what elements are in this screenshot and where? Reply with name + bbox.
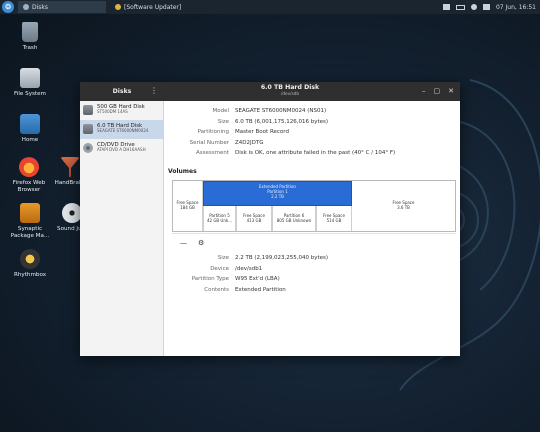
disk-info-row: Assessment Disk is OK, one attribute fail…: [166, 148, 456, 159]
settings-gear-icon[interactable]: ⚙: [198, 239, 204, 247]
volume-free-space[interactable]: Free Space 413 GB: [236, 206, 272, 231]
clipboard-icon[interactable]: [442, 4, 450, 10]
info-value: Master Boot Record: [235, 129, 289, 136]
trash-icon: [22, 22, 38, 42]
taskbar-label-disks: Disks: [32, 3, 49, 11]
info-key: Model: [212, 108, 229, 115]
battery-icon[interactable]: [455, 4, 465, 10]
system-tray: 07 Jun, 16:51: [442, 4, 540, 11]
firefox-icon: [19, 157, 39, 177]
drive-model: ST500DM 14AS: [97, 109, 128, 115]
top-panel: ❂ Disks [Software Updater] 07 Jun, 16:51: [0, 0, 540, 14]
disk-info-row: Partitioning Master Boot Record: [166, 127, 456, 138]
volume-size: 42 GB Unk...: [206, 217, 233, 223]
volume-size: 514 GB: [326, 217, 342, 223]
info-value: W95 Ext'd (LBA): [235, 276, 280, 283]
partition-info-row: Size 2.2 TB (2,199,023,255,040 bytes): [166, 253, 456, 264]
clock[interactable]: 07 Jun, 16:51: [496, 4, 536, 11]
volume-size: 184 GB: [180, 205, 195, 210]
volume-free-space[interactable]: Free Space 184 GB: [173, 181, 203, 231]
volume-partition-5[interactable]: Partition 5 42 GB Unk...: [203, 206, 236, 231]
optical-drive-icon: [83, 143, 93, 153]
info-key: Device: [210, 265, 229, 272]
volume-map: Free Space 184 GB Extended Partition Par…: [172, 180, 456, 232]
info-value: 6.0 TB (6,001,175,126,016 bytes): [235, 118, 329, 125]
start-menu-button[interactable]: ❂: [2, 1, 14, 13]
desktop-icon-label: Home: [21, 137, 39, 143]
desktop-icon-file-system[interactable]: File System: [0, 68, 60, 98]
drive-model: ATAPI DVD A DH16AASH: [97, 147, 146, 153]
drive-model: SEAGATE ST6000NM0024: [97, 128, 149, 134]
disk-info-row: Size 6.0 TB (6,001,175,126,016 bytes): [166, 117, 456, 128]
volume-partition-6[interactable]: Partition 6 805 GB Unknown: [272, 206, 316, 231]
desktop-icon-label: Rhythmbox: [13, 272, 47, 278]
taskbar-label-software-updater: [Software Updater]: [124, 3, 182, 11]
info-value: 2.2 TB (2,199,023,255,040 bytes): [235, 255, 329, 262]
disks-icon: [23, 4, 29, 10]
partition-info-row: Device/dev/sdb1: [166, 264, 456, 275]
synaptic-icon: [20, 203, 40, 223]
hard-disk-icon: [83, 124, 93, 134]
info-key: Size: [217, 118, 229, 125]
disk-info-row: Model SEAGATE ST6000NM0024 (NS01): [166, 106, 456, 117]
info-key: Contents: [204, 286, 229, 293]
volumes-heading: Volumes: [168, 168, 197, 175]
partition-info: Size 2.2 TB (2,199,023,255,040 bytes) Dev…: [166, 253, 456, 295]
window-headerbar[interactable]: Disks ⋮ 6.0 TB Hard Disk /dev/sdb – ▢ ✕: [80, 82, 460, 101]
app-menu-button[interactable]: ⋮: [150, 86, 158, 95]
window-subtitle: /dev/sdb: [280, 91, 300, 96]
software-updater-icon: [115, 4, 121, 10]
partition-info-row: Partition Type W95 Ext'd (LBA): [166, 274, 456, 285]
taskbar-item-software-updater[interactable]: [Software Updater]: [110, 1, 186, 13]
disk-info-row: Serial Number Z4D2JDTG: [166, 138, 456, 149]
info-value: Disk is OK, one attribute failed in the …: [235, 150, 396, 157]
window-controls: – ▢ ✕: [422, 87, 454, 95]
desktop-icon-label: Trash: [22, 45, 38, 51]
desktop-icon-label: File System: [14, 91, 46, 97]
handbrake-icon: [60, 157, 80, 177]
volume-size: 2.2 TB: [271, 193, 284, 199]
desktop-icon-home[interactable]: Home: [0, 114, 60, 144]
volume-icon[interactable]: [482, 4, 490, 10]
partition-info-row: Contents Extended Partition: [166, 285, 456, 296]
info-key: Partition Type: [191, 276, 229, 283]
maximize-button[interactable]: ▢: [434, 87, 441, 95]
home-folder-icon: [20, 114, 40, 134]
info-value: SEAGATE ST6000NM0024 (NS01): [235, 108, 327, 115]
window-title: 6.0 TB Hard Disk: [260, 84, 320, 91]
remove-partition-button[interactable]: —: [180, 239, 187, 247]
desktop-icon-rhythmbox[interactable]: Rhythmbox: [0, 249, 60, 279]
volume-size: 413 GB: [246, 217, 262, 223]
info-key: Assessment: [196, 150, 229, 157]
volume-toolbar: — ⚙: [172, 233, 456, 251]
info-key: Partitioning: [197, 129, 229, 136]
volume-extended-partition[interactable]: Extended Partition Partition 1 2.2 TB: [203, 181, 352, 206]
start-icon: ❂: [5, 3, 11, 11]
info-value: Extended Partition: [235, 286, 286, 293]
close-button[interactable]: ✕: [448, 87, 454, 95]
window-title-group: 6.0 TB Hard Disk /dev/sdb: [164, 84, 416, 96]
drive-item-6tb[interactable]: 6.0 TB Hard Disk SEAGATE ST6000NM0024: [80, 120, 163, 139]
drive-item-500gb[interactable]: 500 GB Hard Disk ST500DM 14AS: [80, 101, 163, 120]
drive-list: 500 GB Hard Disk ST500DM 14AS 6.0 TB Har…: [80, 101, 164, 356]
taskbar-item-disks[interactable]: Disks: [18, 1, 106, 13]
sound-juicer-icon: [62, 203, 82, 223]
drive-item-cd-dvd[interactable]: CD/DVD Drive ATAPI DVD A DH16AASH: [80, 139, 163, 158]
file-system-icon: [20, 68, 40, 88]
network-icon[interactable]: [470, 4, 477, 10]
disks-window: Disks ⋮ 6.0 TB Hard Disk /dev/sdb – ▢ ✕ …: [80, 82, 460, 356]
volume-free-space[interactable]: Free Space 514 GB: [316, 206, 352, 231]
rhythmbox-icon: [20, 249, 40, 269]
desktop-icon-trash[interactable]: Trash: [0, 22, 60, 52]
info-value: /dev/sdb1: [235, 265, 263, 272]
hard-disk-icon: [83, 105, 93, 115]
minimize-button[interactable]: –: [422, 87, 426, 95]
volume-size: 3.6 TB: [397, 205, 410, 210]
info-key: Serial Number: [189, 139, 229, 146]
info-value: Z4D2JDTG: [235, 139, 264, 146]
volume-size: 805 GB Unknown: [276, 217, 312, 223]
disk-info: Model SEAGATE ST6000NM0024 (NS01) Size 6.0…: [166, 106, 456, 159]
info-key: Size: [217, 255, 229, 262]
volume-free-space[interactable]: Free Space 3.6 TB: [352, 181, 455, 231]
